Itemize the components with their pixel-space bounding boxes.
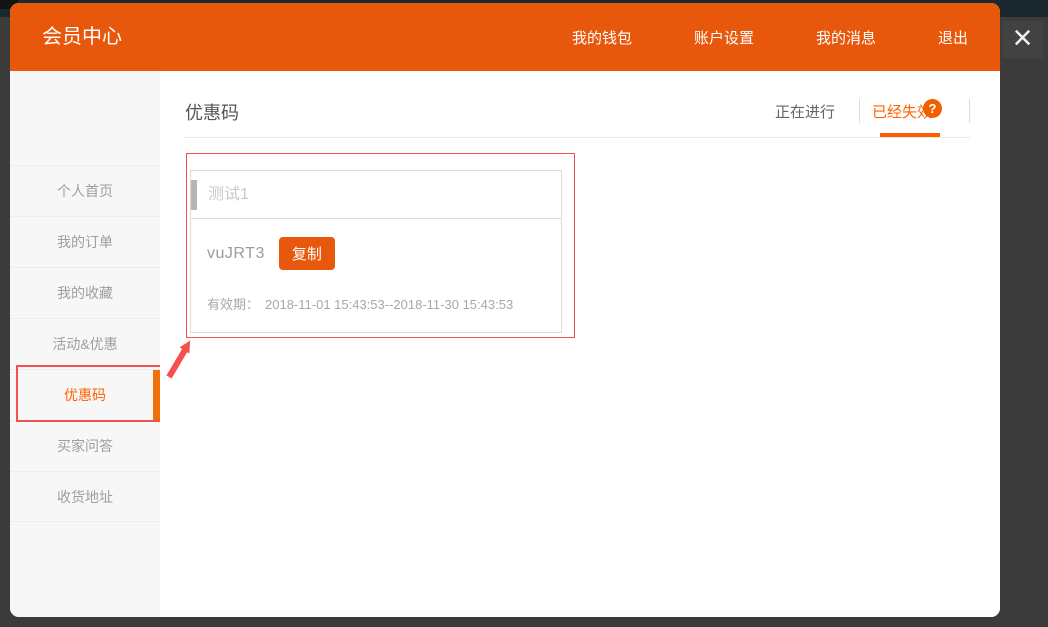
divider (185, 137, 970, 138)
help-icon[interactable]: ? (923, 99, 942, 118)
coupon-code-row: vuJRT3 复制 (207, 237, 545, 270)
top-nav: 我的钱包 账户设置 我的消息 退出 (572, 3, 968, 71)
sidebar-item-my-favorites[interactable]: 我的收藏 (10, 267, 160, 318)
coupon-card: 测试1 vuJRT3 复制 有效期： 2018-11-01 15:43:53--2… (190, 170, 562, 333)
sidebar-item-my-orders[interactable]: 我的订单 (10, 216, 160, 267)
annotation-arrow-icon (162, 333, 198, 379)
sidebar-item-shipping-address[interactable]: 收货地址 (10, 471, 160, 522)
sidebar-item-coupon-code[interactable]: 优惠码 (10, 369, 160, 420)
coupon-name: 测试1 (191, 171, 561, 219)
nav-logout[interactable]: 退出 (938, 27, 968, 48)
close-button[interactable]: × (1002, 21, 1043, 58)
active-tab-underline (880, 133, 940, 137)
member-center-panel: 会员中心 我的钱包 账户设置 我的消息 退出 个人首页 我的订单 我的收藏 活动… (10, 3, 1000, 617)
tab-separator (859, 99, 860, 123)
nav-account-settings[interactable]: 账户设置 (694, 27, 754, 48)
coupon-validity: 有效期： 2018-11-01 15:43:53--2018-11-30 15:4… (207, 294, 545, 313)
tab-ongoing[interactable]: 正在进行 (775, 101, 835, 122)
panel-header: 会员中心 我的钱包 账户设置 我的消息 退出 (10, 3, 1000, 71)
coupon-code: vuJRT3 (207, 245, 265, 263)
section-title: 优惠码 (185, 99, 239, 125)
coupon-header-bar (191, 180, 197, 210)
page-title: 会员中心 (42, 3, 122, 71)
sidebar-menu: 个人首页 我的订单 我的收藏 活动&优惠 优惠码 买家问答 收货地址 (10, 165, 160, 522)
close-icon: × (1013, 21, 1033, 55)
main-content: 优惠码 正在进行 已经失效 ? 测试1 vuJRT3 复制 有效期：2018-1… (160, 71, 1000, 617)
sidebar-item-personal-home[interactable]: 个人首页 (10, 165, 160, 216)
coupon-card-body: vuJRT3 复制 有效期： 2018-11-01 15:43:53--2018-… (191, 219, 561, 313)
tab-separator (969, 99, 970, 123)
active-indicator-bar (153, 370, 160, 420)
sidebar-item-buyer-qa[interactable]: 买家问答 (10, 420, 160, 471)
validity-value: 2018-11-01 15:43:53--2018-11-30 15:43:53 (265, 297, 513, 312)
sidebar: 个人首页 我的订单 我的收藏 活动&优惠 优惠码 买家问答 收货地址 (10, 71, 160, 617)
validity-label: 有效期： (207, 297, 259, 312)
sidebar-item-activities-offers[interactable]: 活动&优惠 (10, 318, 160, 369)
nav-my-wallet[interactable]: 我的钱包 (572, 27, 632, 48)
coupon-card-header: 测试1 (191, 171, 561, 219)
nav-my-messages[interactable]: 我的消息 (816, 27, 876, 48)
copy-button[interactable]: 复制 (279, 237, 335, 270)
sidebar-item-label: 优惠码 (64, 387, 106, 403)
